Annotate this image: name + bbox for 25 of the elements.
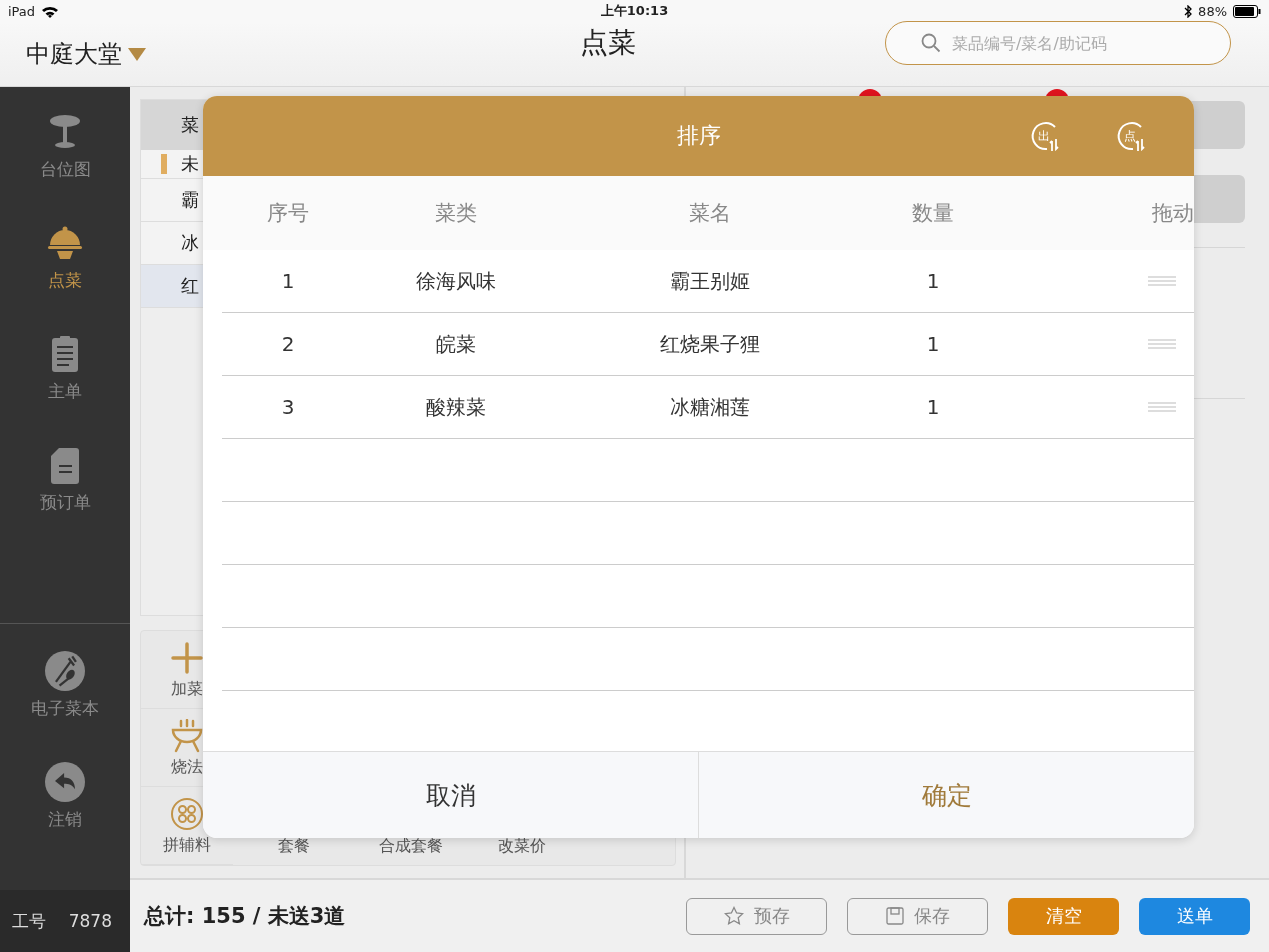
table-cell-text: 皖菜 <box>435 330 477 358</box>
order-summary: 总计: 155 / 未送3道 <box>144 903 347 930</box>
table-cell-text: 红烧果子狸 <box>659 330 761 358</box>
status-time: 上午10:13 <box>600 2 669 20</box>
column-header: 菜名 <box>688 200 732 227</box>
dialog-title: 排序 <box>676 122 721 150</box>
staff-number: 7878 <box>68 911 112 931</box>
column-header: 数量 <box>911 200 955 227</box>
column-header: 菜类 <box>434 200 478 227</box>
table-cell-text: 1 <box>925 332 941 356</box>
table-cell-text: 冰糖湘莲 <box>669 393 751 421</box>
device-name: iPad <box>8 3 36 19</box>
table-cell-text: 2 <box>280 332 296 356</box>
table-cell-text: 1 <box>925 395 941 419</box>
staff-label: 工号 <box>12 909 46 933</box>
table-cell-text: 1 <box>280 269 296 293</box>
battery-percent: 88% <box>1198 3 1227 19</box>
column-header: 序号 <box>266 200 310 227</box>
table-cell-text: 徐海风味 <box>415 267 497 295</box>
table-cell-text: 1 <box>925 269 941 293</box>
table-cell-text: 霸王别姬 <box>669 267 751 295</box>
table-cell-text: 酸辣菜 <box>425 393 487 421</box>
column-header: 拖动 <box>1151 200 1194 227</box>
page-title: 点菜 <box>578 25 637 61</box>
table-cell-text: 3 <box>280 395 296 419</box>
